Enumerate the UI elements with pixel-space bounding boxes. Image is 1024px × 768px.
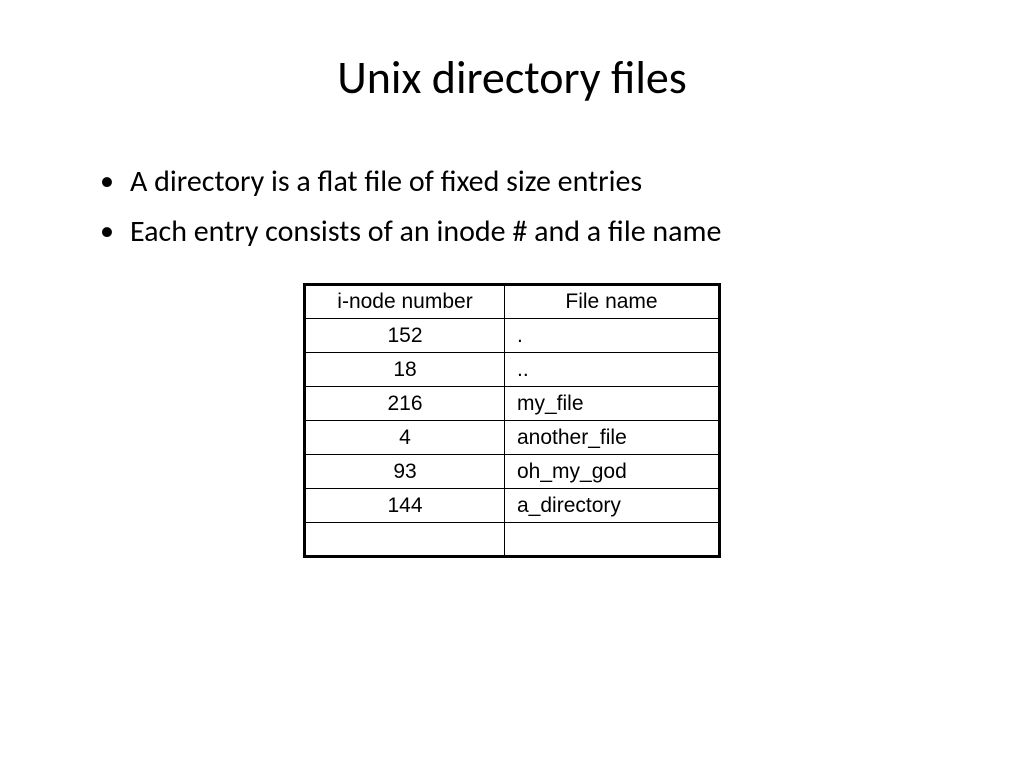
cell-fname: my_file bbox=[505, 387, 720, 421]
header-fname: File name bbox=[505, 285, 720, 319]
cell-fname: . bbox=[505, 319, 720, 353]
cell-inode: 4 bbox=[305, 421, 505, 455]
cell-fname: another_file bbox=[505, 421, 720, 455]
bullet-item: Each entry consists of an inode # and a … bbox=[100, 211, 964, 253]
bullet-item: A directory is a flat file of fixed size… bbox=[100, 161, 964, 203]
cell-inode: 152 bbox=[305, 319, 505, 353]
slide: Unix directory files A directory is a fl… bbox=[0, 0, 1024, 768]
table-row: 93 oh_my_god bbox=[305, 455, 720, 489]
cell-inode: 18 bbox=[305, 353, 505, 387]
table-row: 216 my_file bbox=[305, 387, 720, 421]
table-row: 18 .. bbox=[305, 353, 720, 387]
table-row bbox=[305, 523, 720, 557]
cell-inode: 216 bbox=[305, 387, 505, 421]
table-container: i-node number File name 152 . 18 .. 216 … bbox=[60, 283, 964, 558]
cell-fname: .. bbox=[505, 353, 720, 387]
header-inode: i-node number bbox=[305, 285, 505, 319]
cell-inode: 144 bbox=[305, 489, 505, 523]
cell-inode: 93 bbox=[305, 455, 505, 489]
cell-fname: a_directory bbox=[505, 489, 720, 523]
cell-fname bbox=[505, 523, 720, 557]
table-header-row: i-node number File name bbox=[305, 285, 720, 319]
cell-inode bbox=[305, 523, 505, 557]
table-row: 4 another_file bbox=[305, 421, 720, 455]
directory-table: i-node number File name 152 . 18 .. 216 … bbox=[303, 283, 721, 558]
table-row: 152 . bbox=[305, 319, 720, 353]
slide-title: Unix directory files bbox=[60, 50, 964, 106]
bullet-list: A directory is a flat file of fixed size… bbox=[60, 161, 964, 253]
table-row: 144 a_directory bbox=[305, 489, 720, 523]
cell-fname: oh_my_god bbox=[505, 455, 720, 489]
